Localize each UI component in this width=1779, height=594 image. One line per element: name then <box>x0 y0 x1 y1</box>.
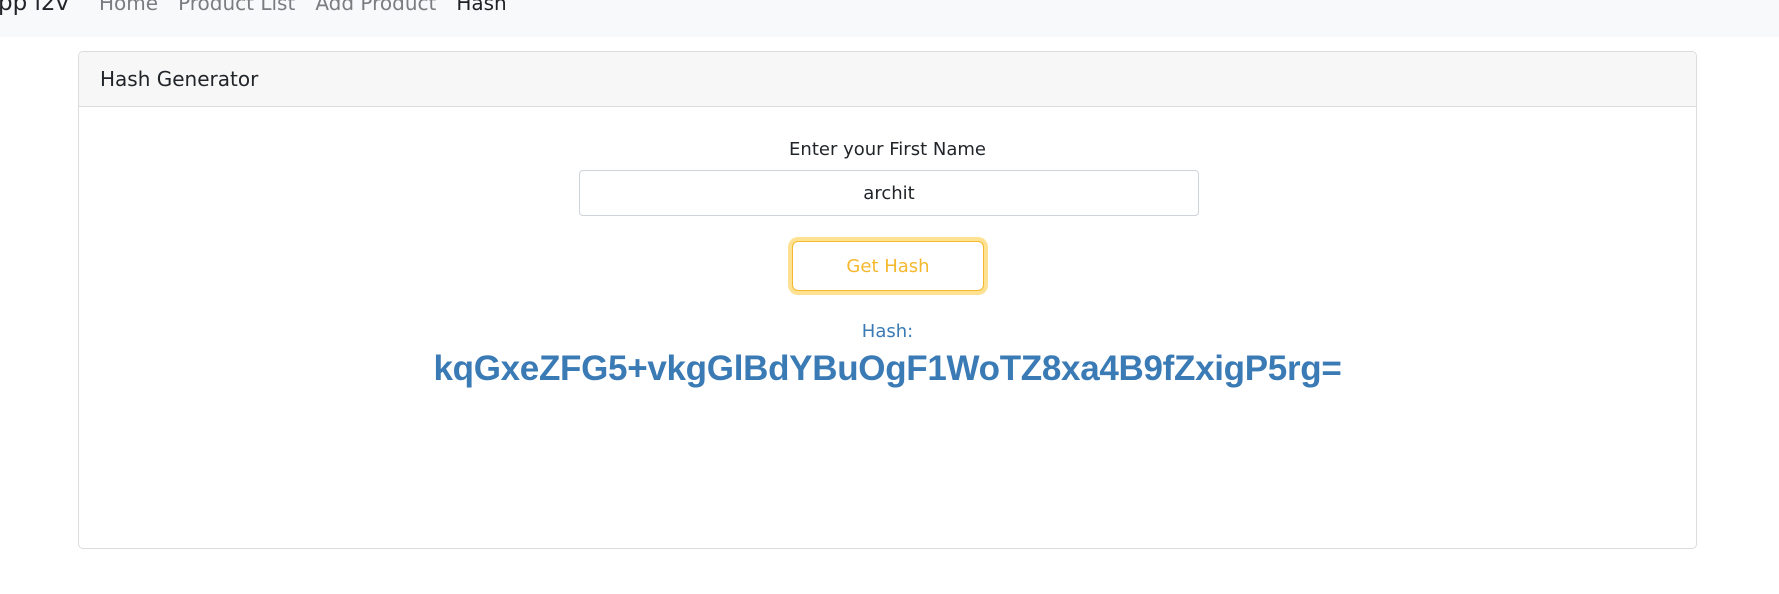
hash-value: kqGxeZFG5+vkgGlBdYBuOgF1WoTZ8xa4B9fZxigP… <box>433 349 1342 388</box>
nav-link-hash[interactable]: Hash <box>456 0 506 16</box>
hash-label: Hash: <box>861 321 914 342</box>
nav-link-product-list[interactable]: Product List <box>178 0 295 16</box>
card-header-title: Hash Generator <box>79 52 1696 107</box>
hash-generator-card: Hash Generator Enter your First Name Get… <box>78 51 1697 549</box>
brand-name[interactable]: pp i2v <box>0 0 69 17</box>
nav-link-add-product[interactable]: Add Product <box>315 0 436 16</box>
first-name-input[interactable] <box>579 170 1199 216</box>
first-name-label: Enter your First Name <box>789 139 986 160</box>
nav-link-home[interactable]: Home <box>99 0 158 16</box>
nav-links: Home Product List Add Product Hash <box>99 0 507 16</box>
get-hash-button[interactable]: Get Hash <box>792 241 984 291</box>
card-body: Enter your First Name Get Hash Hash: kqG… <box>79 107 1696 548</box>
top-navbar: pp i2v Home Product List Add Product Has… <box>0 0 1779 37</box>
